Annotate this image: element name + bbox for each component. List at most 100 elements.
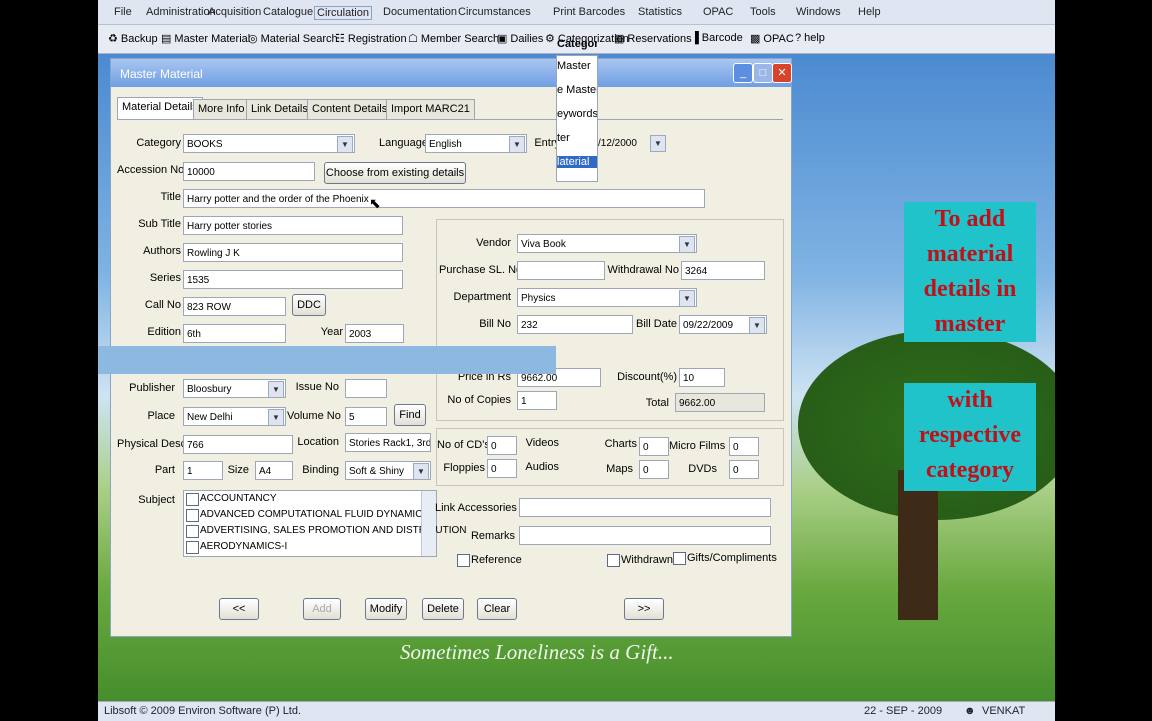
language-select[interactable]: English ▼ (425, 134, 527, 153)
charts-field[interactable]: 0 (639, 437, 669, 456)
maximize-button[interactable]: □ (753, 63, 773, 83)
choose-existing-button[interactable]: Choose from existing details (324, 162, 466, 184)
toolbar-reservations[interactable]: ▦ Reservations (614, 32, 692, 46)
part-field[interactable]: 1 (183, 461, 223, 480)
menu-print-barcodes[interactable]: Print Barcodes (553, 6, 625, 18)
tab-import-marc21[interactable]: Import MARC21 (386, 99, 475, 119)
entry-date-field[interactable]: /12/2000 ▼ (595, 134, 667, 153)
find-button[interactable]: Find (394, 404, 426, 426)
binding-select[interactable]: Soft & Shiny ▼ (345, 461, 431, 480)
purchase-sl-field[interactable] (517, 261, 605, 280)
size-field[interactable]: A4 (255, 461, 293, 480)
link-accessories-field[interactable] (519, 498, 771, 517)
add-button[interactable]: Add (303, 598, 341, 620)
overlay-item-selected[interactable]: laterial (557, 156, 597, 168)
volume-field[interactable]: 5 (345, 407, 387, 426)
place-select[interactable]: New Delhi ▼ (183, 407, 286, 426)
window-title-bar[interactable]: Master Material _ □ ✕ (111, 59, 792, 87)
menu-tools[interactable]: Tools (750, 6, 776, 18)
tab-more-info[interactable]: More Info (193, 99, 250, 119)
vendor-select[interactable]: Viva Book ▼ (517, 234, 697, 253)
checkbox[interactable] (186, 509, 199, 522)
reference-checkbox[interactable] (457, 554, 470, 567)
edition-field[interactable]: 6th (183, 324, 286, 343)
overlay-item[interactable]: eywords (557, 108, 597, 120)
toolbar-help[interactable]: ? help (795, 32, 825, 44)
cds-field[interactable]: 0 (487, 436, 517, 455)
overlay-item[interactable]: e Master (557, 84, 597, 96)
next-button[interactable]: >> (624, 598, 664, 620)
subject-scrollbar[interactable] (421, 491, 436, 556)
menu-documentation[interactable]: Documentation (383, 6, 457, 18)
toolbar-master-material[interactable]: ▤ Master Material (161, 32, 250, 46)
videos-label: Videos (525, 437, 559, 449)
toolbar-barcode[interactable]: ▐ Barcode (691, 32, 743, 44)
chevron-down-icon: ▼ (679, 290, 695, 306)
publisher-select[interactable]: Bloosbury ▼ (183, 379, 286, 398)
billdate-field[interactable]: 09/22/2009 ▼ (679, 315, 767, 334)
dvds-field[interactable]: 0 (729, 460, 759, 479)
tab-content-details[interactable]: Content Details (307, 99, 393, 119)
gifts-checkbox[interactable] (673, 552, 686, 565)
location-field[interactable]: Stories Rack1, 3rd Rc (345, 433, 431, 452)
menu-windows[interactable]: Windows (796, 6, 841, 18)
delete-button[interactable]: Delete (422, 598, 464, 620)
checkbox[interactable] (186, 493, 199, 506)
copies-field[interactable]: 1 (517, 391, 557, 410)
authors-field[interactable]: Rowling J K (183, 243, 403, 262)
withdrawal-field[interactable]: 3264 (681, 261, 765, 280)
microfilms-field[interactable]: 0 (729, 437, 759, 456)
department-select[interactable]: Physics ▼ (517, 288, 697, 307)
maps-field[interactable]: 0 (639, 460, 669, 479)
toolbar-member-search[interactable]: ☖ Member Search (408, 32, 499, 46)
floppies-field[interactable]: 0 (487, 459, 517, 478)
menu-circulation[interactable]: Circulation (314, 6, 372, 20)
menu-circumstances[interactable]: Circumstances (458, 6, 531, 18)
tab-material-details[interactable]: Material Details (117, 97, 203, 119)
toolbar-backup[interactable]: ♻ Backup (108, 32, 158, 46)
previous-button[interactable]: << (219, 598, 259, 620)
checkbox[interactable] (186, 541, 199, 554)
toolbar-material-search[interactable]: ◎ Material Search (248, 32, 338, 46)
checkbox[interactable] (186, 525, 199, 538)
barcode-icon: ▐ (691, 32, 699, 44)
minimize-button[interactable]: _ (733, 63, 753, 83)
modify-button[interactable]: Modify (365, 598, 407, 620)
menu-catalogue[interactable]: Catalogue (263, 6, 313, 18)
tree-trunk (898, 470, 938, 620)
toolbar-label: Material Search (260, 32, 338, 45)
overlay-item[interactable]: Master (557, 60, 597, 72)
menu-acquisition[interactable]: Acquisition (208, 6, 261, 18)
issue-field[interactable] (345, 379, 387, 398)
callno-field[interactable]: 823 ROW (183, 297, 286, 316)
category-select[interactable]: BOOKS ▼ (183, 134, 355, 153)
tab-link-details[interactable]: Link Details (246, 99, 313, 119)
billno-field[interactable]: 232 (517, 315, 633, 334)
menu-administration[interactable]: Administration (146, 6, 216, 18)
ddc-button[interactable]: DDC (292, 294, 326, 316)
menu-statistics[interactable]: Statistics (638, 6, 682, 18)
language-value: English (429, 139, 462, 150)
toolbar-opac[interactable]: ▩ OPAC (750, 32, 794, 46)
toolbar-registration[interactable]: ☷ Registration (335, 32, 407, 46)
toolbar-label: Reservations (627, 32, 692, 45)
title-field[interactable]: Harry potter and the order of the Phoeni… (183, 189, 705, 208)
physdesc-field[interactable]: 766 (183, 435, 293, 454)
remarks-field[interactable] (519, 526, 771, 545)
backup-icon: ♻ (108, 33, 118, 45)
toolbar-dailies[interactable]: ▣ Dailies (497, 32, 543, 46)
series-field[interactable]: 1535 (183, 270, 403, 289)
year-field[interactable]: 2003 (345, 324, 404, 343)
dvds-label: DVDs (688, 463, 717, 475)
subject-list[interactable]: ACCOUNTANCY ADVANCED COMPUTATIONAL FLUID… (183, 490, 467, 557)
menu-file[interactable]: File (114, 6, 132, 18)
clear-button[interactable]: Clear (477, 598, 517, 620)
overlay-item[interactable]: ter (557, 132, 597, 144)
close-button[interactable]: ✕ (772, 63, 792, 83)
accession-field[interactable]: 10000 (183, 162, 315, 181)
menu-help[interactable]: Help (858, 6, 881, 18)
subtitle-field[interactable]: Harry potter stories (183, 216, 403, 235)
withdrawn-checkbox[interactable] (607, 554, 620, 567)
discount-field[interactable]: 10 (679, 368, 725, 387)
menu-opac[interactable]: OPAC (703, 6, 733, 18)
